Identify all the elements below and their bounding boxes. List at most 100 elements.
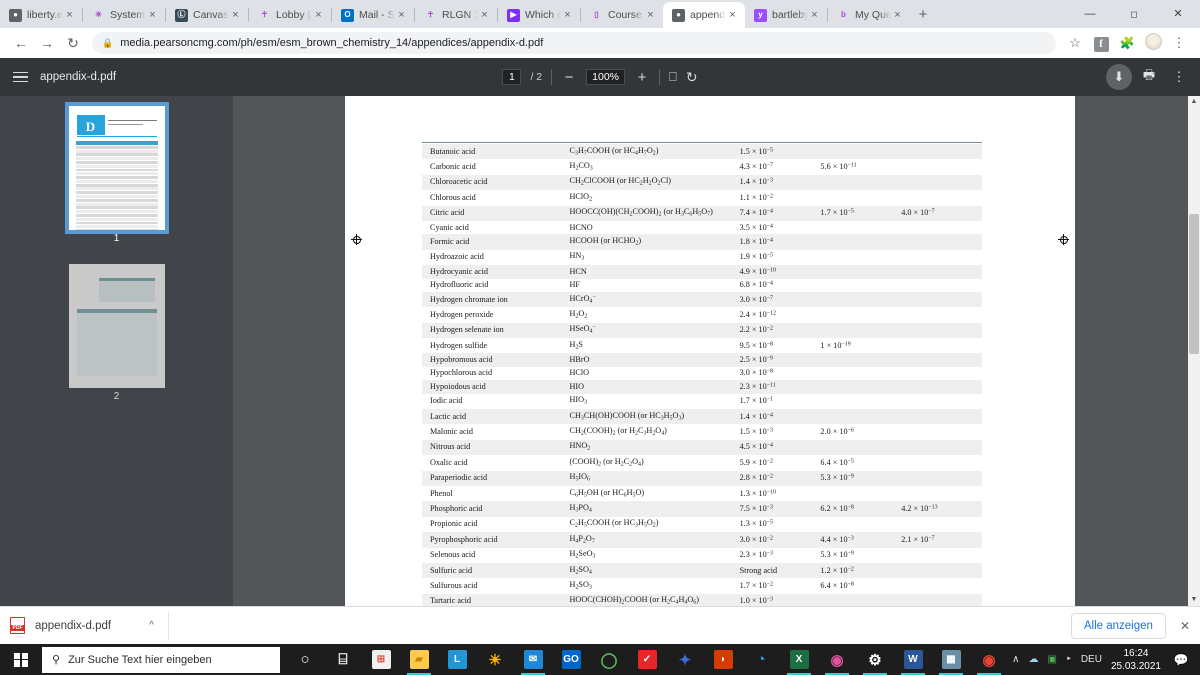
go-icon[interactable]: GO [552, 644, 590, 675]
cortana-icon[interactable]: ○ [286, 644, 324, 675]
tab-lobby-to[interactable]: ☥ Lobby | To× [249, 2, 331, 28]
lightshot-icon-glyph: L [447, 650, 467, 669]
download-item[interactable]: PDF appendix-d.pdf ^ [10, 611, 169, 640]
taskbar-search-box[interactable]: ⚲ Zur Suche Text hier eingeben [42, 646, 280, 673]
tab-liberty-edu[interactable]: ● liberty.edu× [0, 2, 82, 28]
cell-k3 [901, 307, 982, 322]
new-tab-button[interactable]: + [910, 2, 936, 28]
edge-icon[interactable]: ◔ [742, 644, 780, 675]
tab-close-icon[interactable]: × [891, 9, 904, 22]
tab-close-icon[interactable]: × [395, 9, 408, 22]
zoom-level-label[interactable]: 100% [586, 69, 625, 85]
facebook-extension-icon[interactable]: f [1088, 35, 1114, 52]
tray-chevron-icon[interactable]: ∧ [1012, 654, 1019, 665]
office-icon[interactable]: ◗ [704, 644, 742, 675]
cell-k3 [901, 409, 982, 424]
reload-icon[interactable]: ↻ [60, 30, 86, 56]
browser-toolbar: ← → ↻ 🔒 media.pearsoncmg.com/ph/esm/esm_… [0, 28, 1200, 58]
tab-close-icon[interactable]: × [644, 9, 657, 22]
fit-page-icon[interactable]: ⎕ [669, 69, 677, 85]
ring-icon[interactable]: ◯ [590, 644, 628, 675]
tab-appendix[interactable]: ● appendix-× [663, 2, 745, 28]
thumb-table-row [75, 191, 158, 195]
tab-my-questi[interactable]: b My Questi× [828, 2, 910, 28]
network-icon[interactable]: ‣ [1066, 654, 1072, 665]
scroll-up-arrow[interactable]: ▲ [1188, 96, 1200, 108]
tab-close-icon[interactable]: × [726, 9, 739, 22]
zoom-out-button[interactable]: − [561, 69, 577, 86]
antivirus-icon[interactable]: ▣ [1047, 654, 1056, 665]
sidebar-toggle-icon[interactable] [0, 71, 40, 83]
cell-name: Oxalic acid [430, 457, 468, 467]
chrome-menu-icon[interactable]: ⋮ [1166, 35, 1192, 51]
taskbar-clock[interactable]: 16:24 25.03.2021 [1111, 647, 1161, 673]
back-icon[interactable]: ← [8, 30, 34, 56]
scroll-down-arrow[interactable]: ▼ [1188, 594, 1200, 606]
chrome-icon[interactable]: ◉ [970, 644, 1008, 675]
cell-k3 [901, 323, 982, 338]
rotate-icon[interactable]: ↻ [686, 69, 698, 86]
vertical-scrollbar[interactable]: ▲ ▼ [1188, 96, 1200, 606]
file-explorer-icon[interactable]: ▰ [400, 644, 438, 675]
tab-close-icon[interactable]: × [808, 9, 821, 22]
settings-sun-icon[interactable]: ☀ [476, 644, 514, 675]
print-icon[interactable]: 🖶 [1136, 64, 1162, 90]
calculator-icon[interactable]: ▦ [932, 644, 970, 675]
thumbnail-page-2[interactable]: 2 [68, 264, 165, 402]
page-number-input[interactable]: 1 [502, 69, 522, 85]
cell-formula: HClO [569, 368, 590, 378]
tab-which-of-t[interactable]: ▶ Which of t× [498, 2, 580, 28]
media-player-icon[interactable]: ◉ [818, 644, 856, 675]
profile-avatar[interactable] [1140, 33, 1166, 53]
browser-window: ●liberty.edu×✳System Ch×ⓁCanvas - L×☥Lob… [0, 0, 1200, 675]
maximize-button[interactable]: ◻ [1112, 0, 1156, 28]
show-all-downloads-button[interactable]: Alle anzeigen [1070, 612, 1166, 639]
tab-bartleby-c[interactable]: y bartleby.c× [745, 2, 827, 28]
tab-close-icon[interactable]: × [312, 9, 325, 22]
download-icon[interactable]: ⬇ [1106, 64, 1132, 90]
close-window-button[interactable]: ✕ [1156, 0, 1200, 28]
tab-course-ho[interactable]: ▯ Course Ho× [581, 2, 663, 28]
cell-k1: 3.0 × 10−2 [739, 534, 773, 544]
start-button[interactable] [0, 644, 42, 675]
mail-icon[interactable]: ✉ [514, 644, 552, 675]
excel-icon[interactable]: X [780, 644, 818, 675]
tab-mail-sud[interactable]: O Mail - Sud× [332, 2, 414, 28]
onedrive-icon[interactable]: ☁ [1028, 654, 1038, 665]
microsoft-store-icon[interactable]: ⊞ [362, 644, 400, 675]
autodesk-icon[interactable]: ✦ [666, 644, 704, 675]
cell-k1: 1.3 × 10−10 [739, 488, 776, 498]
notification-center-icon[interactable]: 💬 [1170, 644, 1192, 675]
tab-close-icon[interactable]: × [561, 9, 574, 22]
address-bar[interactable]: 🔒 media.pearsoncmg.com/ph/esm/esm_brown_… [92, 32, 1056, 54]
tab-close-icon[interactable]: × [478, 9, 491, 22]
scrollbar-thumb[interactable] [1189, 214, 1199, 354]
acrobat-icon[interactable]: ✓ [628, 644, 666, 675]
tab-rlgn-105[interactable]: ☥ RLGN 105× [415, 2, 497, 28]
thumbnail-page-1[interactable]: D 1 [64, 102, 169, 244]
cell-formula: HBrO [569, 355, 590, 365]
task-view-icon[interactable]: ⌸ [324, 644, 362, 675]
thumb-table-row [75, 195, 158, 198]
tab-close-icon[interactable]: × [229, 9, 242, 22]
word-icon[interactable]: W [894, 644, 932, 675]
forward-icon[interactable]: → [34, 30, 60, 56]
brainly-icon: b [841, 10, 846, 19]
pdf-menu-icon[interactable]: ⋮ [1166, 64, 1192, 90]
thumbnail-label-2: 2 [113, 391, 120, 402]
download-menu-caret-icon[interactable]: ^ [149, 620, 154, 631]
extensions-puzzle-icon[interactable]: 🧩 [1114, 36, 1140, 50]
language-indicator[interactable]: DEU [1081, 654, 1102, 665]
minimize-button[interactable]: — [1068, 0, 1112, 28]
tab-close-icon[interactable]: × [146, 9, 159, 22]
tab-system-ch[interactable]: ✳ System Ch× [83, 2, 165, 28]
tab-canvas-l[interactable]: Ⓛ Canvas - L× [166, 2, 248, 28]
lightshot-icon[interactable]: L [438, 644, 476, 675]
cell-k3 [901, 338, 982, 353]
pdf-page-area[interactable]: Butanoic acid C3H7COOH (or HC4H7O2) 1.5 × … [233, 96, 1188, 606]
zoom-in-button[interactable]: + [634, 69, 650, 86]
tab-close-icon[interactable]: × [63, 9, 76, 22]
settings-gear-icon[interactable]: ⚙ [856, 644, 894, 675]
close-shelf-icon[interactable]: ✕ [1180, 619, 1190, 633]
bookmark-star-icon[interactable]: ☆ [1062, 35, 1088, 51]
